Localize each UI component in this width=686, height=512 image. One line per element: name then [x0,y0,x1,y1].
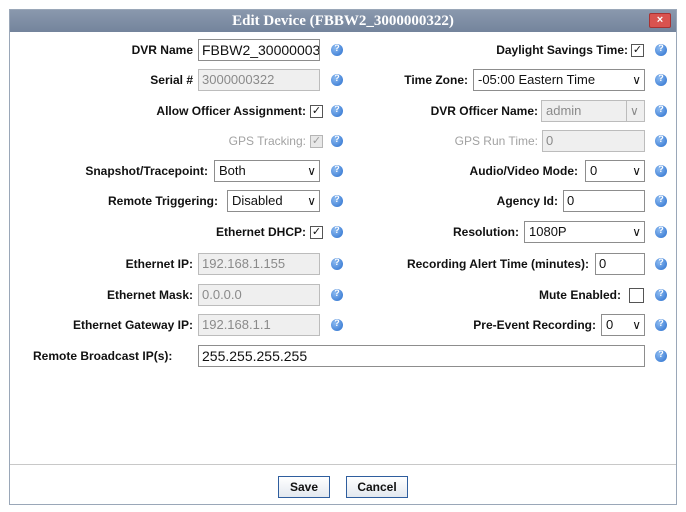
dvr-officer-value: admin [546,103,582,118]
cancel-button[interactable]: Cancel [346,476,408,498]
help-icon[interactable] [655,104,667,117]
help-icon[interactable] [331,194,343,207]
snapshot-select[interactable]: Both ∨ [214,160,320,182]
dst-label: Daylight Savings Time: [496,43,628,57]
help-icon[interactable] [331,43,343,56]
edit-device-dialog: Edit Device (FBBW2_3000000322) × DVR Nam… [9,9,677,505]
remote-triggering-label: Remote Triggering: [107,194,218,208]
gps-tracking-label: GPS Tracking: [228,134,306,148]
pre-event-select[interactable]: 0 ∨ [601,314,645,336]
time-zone-value: -05:00 Eastern Time [478,72,596,87]
dvr-name-label: DVR Name [131,43,193,57]
help-icon[interactable] [331,164,343,177]
dst-checkbox[interactable]: ✓ [631,44,644,57]
broadcast-input[interactable]: 255.255.255.255 [198,345,645,367]
ethernet-gateway-label: Ethernet Gateway IP: [72,318,193,332]
ethernet-ip-input[interactable]: 192.168.1.155 [198,253,320,275]
chevron-down-icon: ∨ [632,225,641,239]
pre-event-value: 0 [606,317,614,332]
snapshot-label: Snapshot/Tracepoint: [85,164,208,178]
ethernet-dhcp-label: Ethernet DHCP: [215,225,306,239]
rec-alert-input[interactable]: 0 [595,253,645,275]
dialog-titlebar: Edit Device (FBBW2_3000000322) × [10,10,676,32]
help-icon[interactable] [331,104,343,117]
help-icon[interactable] [331,318,343,331]
help-icon[interactable] [331,134,343,147]
chevron-down-icon: ∨ [307,194,316,208]
ethernet-ip-label: Ethernet IP: [125,257,193,271]
help-icon[interactable] [655,194,667,207]
av-mode-value: 0 [590,163,598,178]
av-mode-label: Audio/Video Mode: [469,164,578,178]
mute-label: Mute Enabled: [538,288,621,302]
chevron-down-icon: ∨ [307,164,316,178]
ethernet-dhcp-checkbox[interactable]: ✓ [310,226,323,239]
gps-run-time-input[interactable]: 0 [542,130,645,152]
mute-checkbox[interactable] [629,288,644,303]
help-icon[interactable] [655,164,667,177]
ethernet-mask-label: Ethernet Mask: [106,288,193,302]
agency-id-label: Agency Id: [496,194,558,208]
resolution-select[interactable]: 1080P ∨ [524,221,645,243]
dialog-title: Edit Device (FBBW2_3000000322) [232,13,454,29]
snapshot-value: Both [219,163,246,178]
close-button[interactable]: × [649,13,671,28]
rec-alert-label: Recording Alert Time (minutes): [406,257,589,271]
broadcast-label: Remote Broadcast IP(s): [33,349,173,363]
dvr-name-input[interactable]: FBBW2_3000000322 [198,39,320,61]
av-mode-select[interactable]: 0 ∨ [585,160,645,182]
help-icon[interactable] [655,43,667,56]
help-icon[interactable] [331,288,343,301]
ethernet-mask-input[interactable]: 0.0.0.0 [198,284,320,306]
help-icon[interactable] [655,288,667,301]
time-zone-label: Time Zone: [404,73,468,87]
agency-id-input[interactable]: 0 [563,190,645,212]
help-icon[interactable] [655,318,667,331]
dvr-officer-label: DVR Officer Name: [430,104,538,118]
help-icon[interactable] [331,257,343,270]
save-button[interactable]: Save [278,476,330,498]
ethernet-gateway-input[interactable]: 192.168.1.1 [198,314,320,336]
allow-officer-checkbox[interactable]: ✓ [310,105,323,118]
help-icon[interactable] [655,134,667,147]
help-icon[interactable] [655,225,667,238]
chevron-down-icon: ∨ [632,164,641,178]
allow-officer-label: Allow Officer Assignment: [156,104,306,118]
gps-run-time-label: GPS Run Time: [454,134,538,148]
help-icon[interactable] [655,257,667,270]
chevron-down-icon: ∨ [632,73,641,87]
remote-triggering-value: Disabled [232,193,283,208]
serial-label: Serial # [150,73,193,87]
dvr-officer-select[interactable]: admin ∨ [541,100,645,122]
resolution-label: Resolution: [453,225,519,239]
resolution-value: 1080P [529,224,567,239]
help-icon[interactable] [655,349,667,362]
remote-triggering-select[interactable]: Disabled ∨ [227,190,320,212]
divider [10,464,676,465]
help-icon[interactable] [655,73,667,86]
chevron-down-icon: ∨ [626,101,644,121]
help-icon[interactable] [331,73,343,86]
time-zone-select[interactable]: -05:00 Eastern Time ∨ [473,69,645,91]
serial-input[interactable]: 3000000322 [198,69,320,91]
help-icon[interactable] [331,225,343,238]
chevron-down-icon: ∨ [632,318,641,332]
gps-tracking-checkbox[interactable]: ✓ [310,135,323,148]
pre-event-label: Pre-Event Recording: [473,318,596,332]
